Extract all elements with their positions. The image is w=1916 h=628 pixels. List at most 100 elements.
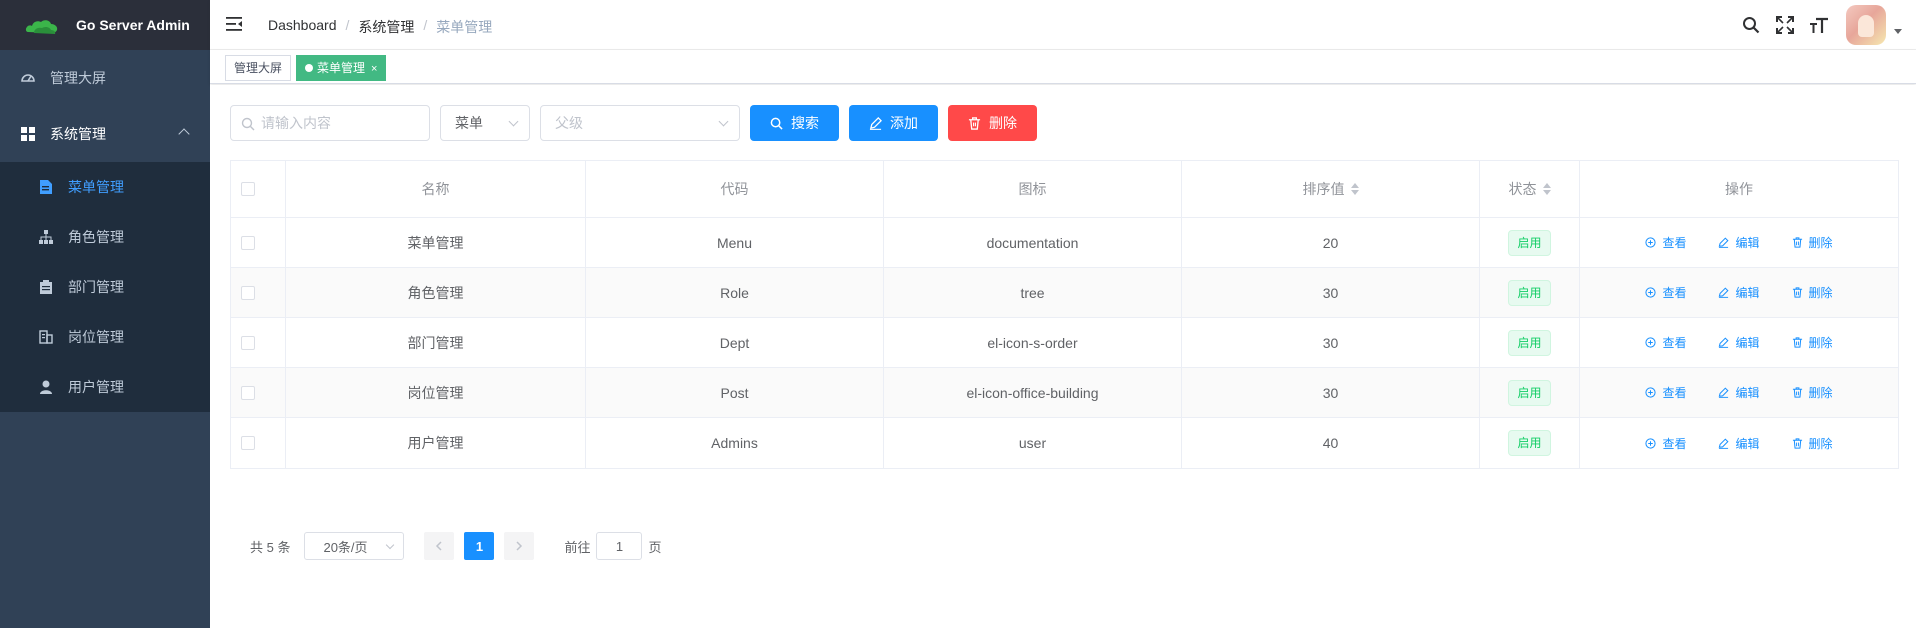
row-checkbox[interactable] <box>241 335 255 350</box>
delete-label: 删除 <box>1808 386 1833 400</box>
column-header-status[interactable]: 状态 <box>1480 161 1580 217</box>
menu-table: 名称 代码 图标 排序值 状态 操作 菜单管理 Menu documentation… <box>230 160 1899 469</box>
edit-icon <box>1719 387 1730 398</box>
system-submenu: 菜单管理 角色管理 部门管理 岗位管理 用户管理 <box>0 162 210 412</box>
delete-row-button[interactable]: 删除 <box>1792 435 1833 452</box>
delete-row-button[interactable]: 删除 <box>1792 234 1833 251</box>
type-select[interactable]: 菜单 <box>440 105 530 141</box>
delete-row-button[interactable]: 删除 <box>1792 384 1833 401</box>
sidebar-item-menu[interactable]: 菜单管理 <box>0 162 210 212</box>
tag-menu[interactable]: 菜单管理 × <box>296 55 387 81</box>
edit-button[interactable]: 编辑 <box>1718 284 1760 301</box>
edit-button[interactable]: 编辑 <box>1718 384 1760 401</box>
tag-label: 管理大屏 <box>234 61 283 75</box>
search-icon[interactable] <box>1740 14 1762 36</box>
view-button[interactable]: 查看 <box>1645 284 1686 301</box>
breadcrumb-system[interactable]: 系统管理 <box>358 17 414 37</box>
breadcrumb-current: 菜单管理 <box>436 19 493 35</box>
caret-down-icon[interactable] <box>1894 28 1902 34</box>
select-all-checkbox[interactable] <box>241 182 255 196</box>
search-icon <box>770 117 783 130</box>
trash-icon <box>1792 337 1802 348</box>
toolbar: 请输入内容 菜单 父级 搜索 添加 删除 <box>230 105 1047 141</box>
status-badge: 启用 <box>1508 279 1551 306</box>
row-checkbox-cell <box>231 418 286 468</box>
chevron-down-icon <box>508 116 519 127</box>
prev-page-button[interactable] <box>424 532 455 560</box>
parent-select[interactable]: 父级 <box>540 105 740 141</box>
user-icon <box>38 379 54 395</box>
delete-label: 删除 <box>1808 436 1833 451</box>
edit-label: 编辑 <box>1735 236 1760 250</box>
edit-label: 编辑 <box>1735 436 1760 451</box>
row-checkbox[interactable] <box>241 285 255 300</box>
edit-label: 编辑 <box>1735 336 1760 350</box>
edit-button[interactable]: 编辑 <box>1718 234 1760 251</box>
goto-page-input[interactable]: 1 <box>596 532 643 560</box>
avatar[interactable] <box>1846 5 1886 45</box>
edit-button[interactable]: 编辑 <box>1718 435 1760 452</box>
header-checkbox-cell <box>231 161 286 217</box>
trash-icon <box>1792 237 1802 248</box>
page-size-select[interactable]: 20条/页 <box>304 532 405 560</box>
view-button[interactable]: 查看 <box>1645 435 1686 452</box>
clipboard-icon <box>38 279 54 295</box>
view-button[interactable]: 查看 <box>1645 334 1686 351</box>
status-badge: 启用 <box>1508 229 1551 256</box>
sidebar-item-dashboard[interactable]: 管理大屏 <box>0 50 210 106</box>
row-checkbox[interactable] <box>241 385 255 400</box>
sort-icon[interactable] <box>1542 183 1551 195</box>
breadcrumb-dashboard[interactable]: Dashboard <box>268 17 337 37</box>
cell-sort: 30 <box>1182 268 1480 317</box>
table-row: 用户管理 Admins user 40 启用 查看 编辑 删除 <box>231 418 1898 468</box>
active-dot-icon <box>305 64 313 72</box>
row-checkbox-cell <box>231 268 286 317</box>
page-size-value: 20条/页 <box>323 539 368 555</box>
sidebar-item-label: 用户管理 <box>68 379 124 395</box>
column-header: 名称 <box>286 161 586 217</box>
row-checkbox[interactable] <box>241 436 255 450</box>
delete-row-button[interactable]: 删除 <box>1792 284 1833 301</box>
view-icon <box>1645 437 1657 449</box>
sidebar-item-system[interactable]: 系统管理 <box>0 106 210 162</box>
view-button[interactable]: 查看 <box>1645 234 1686 251</box>
search-input[interactable]: 请输入内容 <box>230 105 430 141</box>
building-icon <box>38 329 54 345</box>
fullscreen-icon[interactable] <box>1774 14 1796 36</box>
cell-code: Menu <box>586 218 884 267</box>
cell-actions: 查看 编辑 删除 <box>1580 218 1898 267</box>
cell-sort: 20 <box>1182 218 1480 267</box>
row-checkbox[interactable] <box>241 235 255 250</box>
column-header-sort[interactable]: 排序值 <box>1182 161 1480 217</box>
row-checkbox-cell <box>231 218 286 267</box>
sort-icon[interactable] <box>1350 183 1359 195</box>
sidebar-item-dept[interactable]: 部门管理 <box>0 262 210 312</box>
logo[interactable]: Go Server Admin <box>0 0 210 50</box>
page-number[interactable]: 1 <box>464 532 495 560</box>
search-button-label: 搜索 <box>791 115 819 131</box>
search-placeholder: 请输入内容 <box>261 115 331 131</box>
cell-status: 启用 <box>1480 318 1580 367</box>
edit-button[interactable]: 编辑 <box>1718 334 1760 351</box>
sidebar-item-user[interactable]: 用户管理 <box>0 362 210 412</box>
tag-dashboard[interactable]: 管理大屏 <box>225 55 292 81</box>
font-size-icon[interactable] <box>1808 14 1830 36</box>
breadcrumb-separator: / <box>345 17 350 33</box>
delete-row-button[interactable]: 删除 <box>1792 334 1833 351</box>
close-icon[interactable]: × <box>371 63 377 75</box>
column-header-label: 状态 <box>1508 181 1537 197</box>
sidebar-item-role[interactable]: 角色管理 <box>0 212 210 262</box>
pagination: 共 5 条 20条/页 1 前往 1 页 <box>250 532 662 560</box>
sidebar-item-post[interactable]: 岗位管理 <box>0 312 210 362</box>
delete-button[interactable]: 删除 <box>948 105 1037 141</box>
view-button[interactable]: 查看 <box>1645 384 1686 401</box>
right-menu <box>1740 0 1916 50</box>
hamburger-icon[interactable] <box>226 17 242 31</box>
next-page-button[interactable] <box>504 532 535 560</box>
sidebar-item-label: 菜单管理 <box>68 179 124 195</box>
sidebar-item-label: 岗位管理 <box>68 329 124 345</box>
search-button[interactable]: 搜索 <box>750 105 839 141</box>
chevron-down-icon <box>718 116 729 127</box>
table-row: 部门管理 Dept el-icon-s-order 30 启用 查看 编辑 删除 <box>231 318 1898 368</box>
add-button[interactable]: 添加 <box>849 105 938 141</box>
